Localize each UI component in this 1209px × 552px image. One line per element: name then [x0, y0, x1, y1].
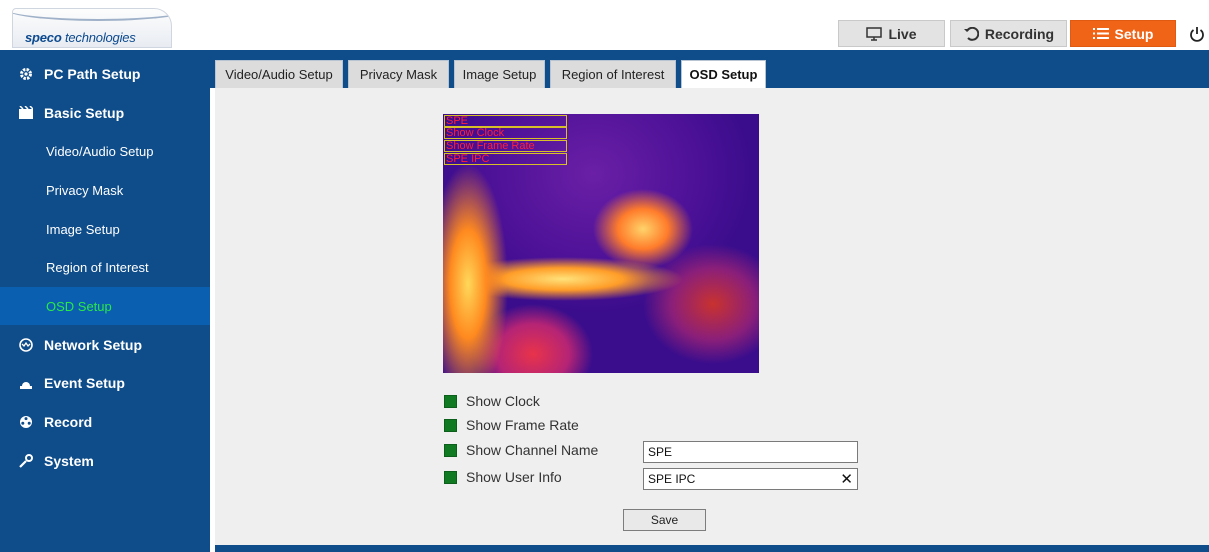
sidebar-item-label: Image Setup [46, 221, 120, 237]
sidebar-item-event-setup[interactable]: Event Setup [0, 364, 210, 402]
video-icon [18, 105, 34, 121]
sidebar-item-record[interactable]: Record [0, 403, 210, 441]
channel-name-value: SPE [648, 445, 673, 459]
show-channel-name-label: Show Channel Name [466, 442, 599, 458]
show-clock-label: Show Clock [466, 393, 540, 409]
sidebar-item-label: System [44, 453, 94, 469]
osd-text-channel[interactable]: SPE [444, 115, 567, 127]
top-header: speco technologies Live Recording Setup [0, 0, 1209, 50]
sidebar-item-label: Event Setup [44, 375, 125, 391]
tab-privacy-mask[interactable]: Privacy Mask [348, 60, 449, 88]
speco-logo: speco technologies [12, 8, 172, 48]
show-user-info-option[interactable]: Show User Info [444, 469, 562, 485]
tab-video-audio-setup[interactable]: Video/Audio Setup [215, 60, 343, 88]
clear-input-icon[interactable]: ✕ [840, 470, 853, 488]
osd-text-clock[interactable]: Show Clock [444, 127, 567, 139]
sidebar-item-pc-path-setup[interactable]: PC Path Setup [0, 55, 210, 93]
sidebar-item-label: OSD Setup [46, 298, 112, 314]
show-frame-rate-option[interactable]: Show Frame Rate [444, 417, 579, 433]
sidebar-item-label: PC Path Setup [44, 66, 141, 82]
show-clock-option[interactable]: Show Clock [444, 393, 540, 409]
list-icon [1092, 28, 1109, 39]
sidebar-item-osd-setup[interactable]: OSD Setup [0, 287, 210, 325]
show-channel-name-option[interactable]: Show Channel Name [444, 442, 598, 458]
thermal-video-preview[interactable]: SPE Show Clock Show Frame Rate SPE IPC [443, 114, 759, 373]
sidebar-item-label: Basic Setup [44, 105, 125, 121]
monitor-icon [866, 26, 883, 41]
sidebar-item-image-setup[interactable]: Image Setup [0, 210, 210, 248]
recording-button[interactable]: Recording [950, 20, 1067, 47]
live-button[interactable]: Live [838, 20, 945, 47]
sidebar-item-label: Region of Interest [46, 259, 149, 275]
tab-region-of-interest[interactable]: Region of Interest [550, 60, 676, 88]
sidebar-item-label: Video/Audio Setup [46, 143, 154, 159]
sidebar-item-basic-setup[interactable]: Basic Setup [0, 94, 210, 132]
osd-text-frame-rate[interactable]: Show Frame Rate [444, 140, 567, 152]
logo-swoosh [13, 9, 171, 21]
sidebar: PC Path Setup Basic Setup Video/Audio Se… [0, 50, 210, 552]
wrench-icon [18, 453, 34, 469]
bottom-bar [215, 545, 1209, 552]
recording-label: Recording [984, 25, 1055, 42]
reel-icon [18, 414, 34, 430]
logo-text: speco technologies [25, 30, 136, 45]
show-channel-name-checkbox[interactable] [444, 443, 457, 457]
power-icon [1190, 26, 1204, 42]
sidebar-item-region-of-interest[interactable]: Region of Interest [0, 248, 210, 286]
sidebar-item-label: Network Setup [44, 337, 143, 353]
sidebar-item-video-audio-setup[interactable]: Video/Audio Setup [0, 132, 210, 170]
show-user-info-label: Show User Info [466, 469, 562, 485]
sidebar-item-label: Privacy Mask [46, 182, 124, 198]
setup-button[interactable]: Setup [1070, 20, 1176, 47]
tab-osd-setup[interactable]: OSD Setup [681, 60, 766, 88]
logo-bold: speco [25, 30, 62, 45]
sidebar-item-label: Record [44, 414, 93, 430]
channel-name-input[interactable]: SPE [643, 441, 858, 463]
sidebar-item-network-setup[interactable]: Network Setup [0, 326, 210, 364]
sidebar-item-privacy-mask[interactable]: Privacy Mask [0, 171, 210, 209]
show-frame-rate-checkbox[interactable] [444, 418, 457, 432]
undo-arrow-icon [963, 26, 979, 41]
gear-icon [18, 66, 34, 82]
setup-label: Setup [1114, 25, 1154, 42]
sidebar-item-system[interactable]: System [0, 442, 210, 480]
save-button[interactable]: Save [623, 509, 706, 531]
logo-rest: technologies [61, 30, 136, 45]
show-user-info-checkbox[interactable] [444, 470, 457, 484]
show-clock-checkbox[interactable] [444, 394, 457, 408]
user-info-input[interactable]: SPE IPC ✕ [643, 468, 858, 490]
live-label: Live [888, 25, 917, 42]
osd-text-user-info[interactable]: SPE IPC [444, 153, 567, 165]
power-button[interactable] [1186, 20, 1208, 47]
show-frame-rate-label: Show Frame Rate [466, 417, 579, 433]
user-info-value: SPE IPC [648, 472, 696, 486]
tab-image-setup[interactable]: Image Setup [454, 60, 545, 88]
alarm-icon [18, 375, 34, 391]
network-icon [18, 337, 34, 353]
